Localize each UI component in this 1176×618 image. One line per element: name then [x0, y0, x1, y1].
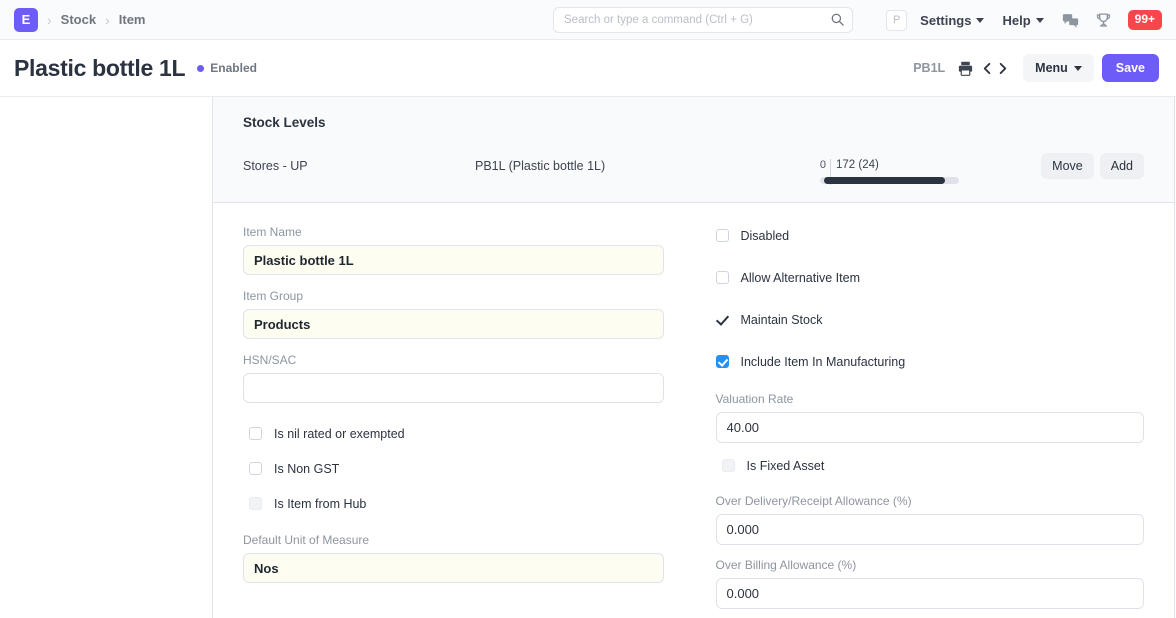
search-box [553, 7, 853, 33]
app-logo[interactable]: E [14, 8, 38, 32]
nav-settings[interactable]: Settings [920, 13, 984, 28]
stock-gauge-min: 0 [813, 159, 826, 171]
field-hsn-sac: HSN/SAC [243, 353, 664, 403]
chevron-down-icon [976, 18, 984, 23]
nav-help-label: Help [1002, 13, 1030, 28]
stock-gauge-value: 172 (24) [836, 159, 879, 171]
status-badge: Enabled [197, 61, 257, 75]
field-valuation-rate-label: Valuation Rate [716, 392, 1145, 406]
breadcrumb-item[interactable]: Item [119, 12, 146, 27]
chevron-right-icon: › [47, 13, 52, 27]
over-delivery-allowance-input[interactable] [716, 514, 1145, 545]
field-valuation-rate: Valuation Rate [716, 392, 1145, 443]
stock-gauge-fill [824, 177, 945, 184]
field-over-billing-allowance: Over Billing Allowance (%) [716, 558, 1145, 609]
field-default-uom-label: Default Unit of Measure [243, 533, 664, 547]
field-hsn-sac-label: HSN/SAC [243, 353, 664, 367]
checkbox-maintain-stock-label: Maintain Stock [741, 313, 823, 327]
breadcrumb-stock[interactable]: Stock [61, 12, 96, 27]
document-id: PB1L [913, 61, 945, 75]
nav-settings-label: Settings [920, 13, 971, 28]
check-mark-icon [716, 313, 729, 326]
menu-button[interactable]: Menu [1023, 54, 1094, 82]
checkbox-icon[interactable] [249, 427, 262, 440]
stock-gauge-numbers: 0 172 (24) [813, 159, 961, 173]
field-item-name-label: Item Name [243, 225, 664, 239]
stock-warehouse: Stores - UP [243, 159, 475, 173]
hsn-sac-input[interactable] [243, 373, 664, 403]
next-document-icon[interactable] [996, 61, 1009, 76]
nav-help[interactable]: Help [1002, 13, 1043, 28]
checkbox-is-fixed-asset-label: Is Fixed Asset [747, 459, 825, 473]
form-container: Stock Levels Stores - UP PB1L (Plastic b… [212, 97, 1175, 618]
checkbox-is-item-from-hub: Is Item from Hub [243, 493, 664, 514]
default-uom-input[interactable] [243, 553, 664, 583]
form-grid: Item Name Item Group HSN/SAC Is nil rate… [213, 203, 1174, 618]
field-over-billing-allowance-label: Over Billing Allowance (%) [716, 558, 1145, 572]
chat-icon[interactable] [1062, 12, 1079, 29]
titlebar-actions: PB1L Menu Save [913, 54, 1159, 82]
titlebar: Plastic bottle 1L Enabled PB1L Menu Save [0, 40, 1176, 97]
stock-levels-heading: Stock Levels [243, 115, 1144, 130]
move-button[interactable]: Move [1041, 153, 1094, 179]
page-body: Stock Levels Stores - UP PB1L (Plastic b… [0, 97, 1176, 618]
menu-button-label: Menu [1035, 61, 1068, 75]
save-button[interactable]: Save [1102, 54, 1159, 82]
avatar[interactable]: P [886, 10, 907, 31]
trophy-icon[interactable] [1095, 12, 1112, 29]
checkbox-is-nil-rated-label: Is nil rated or exempted [274, 427, 405, 441]
item-group-input[interactable] [243, 309, 664, 339]
status-dot-icon [197, 65, 204, 72]
stock-item-name: PB1L (Plastic bottle 1L) [475, 159, 813, 173]
checkbox-is-fixed-asset: Is Fixed Asset [716, 455, 1145, 476]
navbar: E › Stock › Item P Settings Help [0, 0, 1176, 40]
chevron-down-icon [1036, 18, 1044, 23]
field-over-delivery-allowance-label: Over Delivery/Receipt Allowance (%) [716, 494, 1145, 508]
item-name-input[interactable] [243, 245, 664, 275]
checkbox-allow-alternative-item-label: Allow Alternative Item [741, 271, 861, 285]
notification-badge[interactable]: 99+ [1128, 10, 1162, 30]
checkbox-is-nil-rated[interactable]: Is nil rated or exempted [243, 423, 664, 444]
stock-actions: Move Add [1041, 153, 1144, 179]
checkbox-include-item-in-manufacturing[interactable]: Include Item In Manufacturing [716, 351, 1145, 372]
checkbox-icon[interactable] [249, 462, 262, 475]
page-title: Plastic bottle 1L [14, 55, 185, 82]
chevron-down-icon [1074, 66, 1082, 71]
search-input[interactable] [553, 7, 853, 33]
checkbox-icon[interactable] [716, 355, 729, 368]
navbar-right: P Settings Help 99+ [886, 0, 1162, 40]
field-over-delivery-allowance: Over Delivery/Receipt Allowance (%) [716, 494, 1145, 545]
add-button[interactable]: Add [1100, 153, 1144, 179]
status-label: Enabled [210, 61, 257, 75]
checkbox-maintain-stock: Maintain Stock [716, 309, 1145, 330]
previous-document-icon[interactable] [981, 61, 994, 76]
checkbox-include-item-in-manufacturing-label: Include Item In Manufacturing [741, 355, 906, 369]
stock-gauge: 0 172 (24) [813, 159, 961, 173]
stock-levels-row: Stores - UP PB1L (Plastic bottle 1L) 0 1… [243, 153, 1144, 179]
checkbox-icon [722, 459, 735, 472]
checkbox-is-non-gst[interactable]: Is Non GST [243, 458, 664, 479]
form-column-left: Item Name Item Group HSN/SAC Is nil rate… [243, 225, 694, 618]
field-item-group-label: Item Group [243, 289, 664, 303]
chevron-right-icon: › [105, 13, 110, 27]
field-item-name: Item Name [243, 225, 664, 275]
search-icon[interactable] [830, 12, 845, 27]
field-default-uom: Default Unit of Measure [243, 533, 664, 583]
checkbox-disabled[interactable]: Disabled [716, 225, 1145, 246]
checkbox-icon[interactable] [716, 271, 729, 284]
field-item-group: Item Group [243, 289, 664, 339]
over-billing-allowance-input[interactable] [716, 578, 1145, 609]
checkbox-is-non-gst-label: Is Non GST [274, 462, 339, 476]
checkbox-is-item-from-hub-label: Is Item from Hub [274, 497, 366, 511]
checkbox-disabled-label: Disabled [741, 229, 790, 243]
valuation-rate-input[interactable] [716, 412, 1145, 443]
stock-levels-panel: Stock Levels Stores - UP PB1L (Plastic b… [213, 97, 1174, 203]
checkbox-icon [249, 497, 262, 510]
print-icon[interactable] [957, 60, 974, 77]
checkbox-allow-alternative-item[interactable]: Allow Alternative Item [716, 267, 1145, 288]
checkbox-icon[interactable] [716, 229, 729, 242]
form-column-right: Disabled Allow Alternative Item Maintain… [694, 225, 1145, 618]
